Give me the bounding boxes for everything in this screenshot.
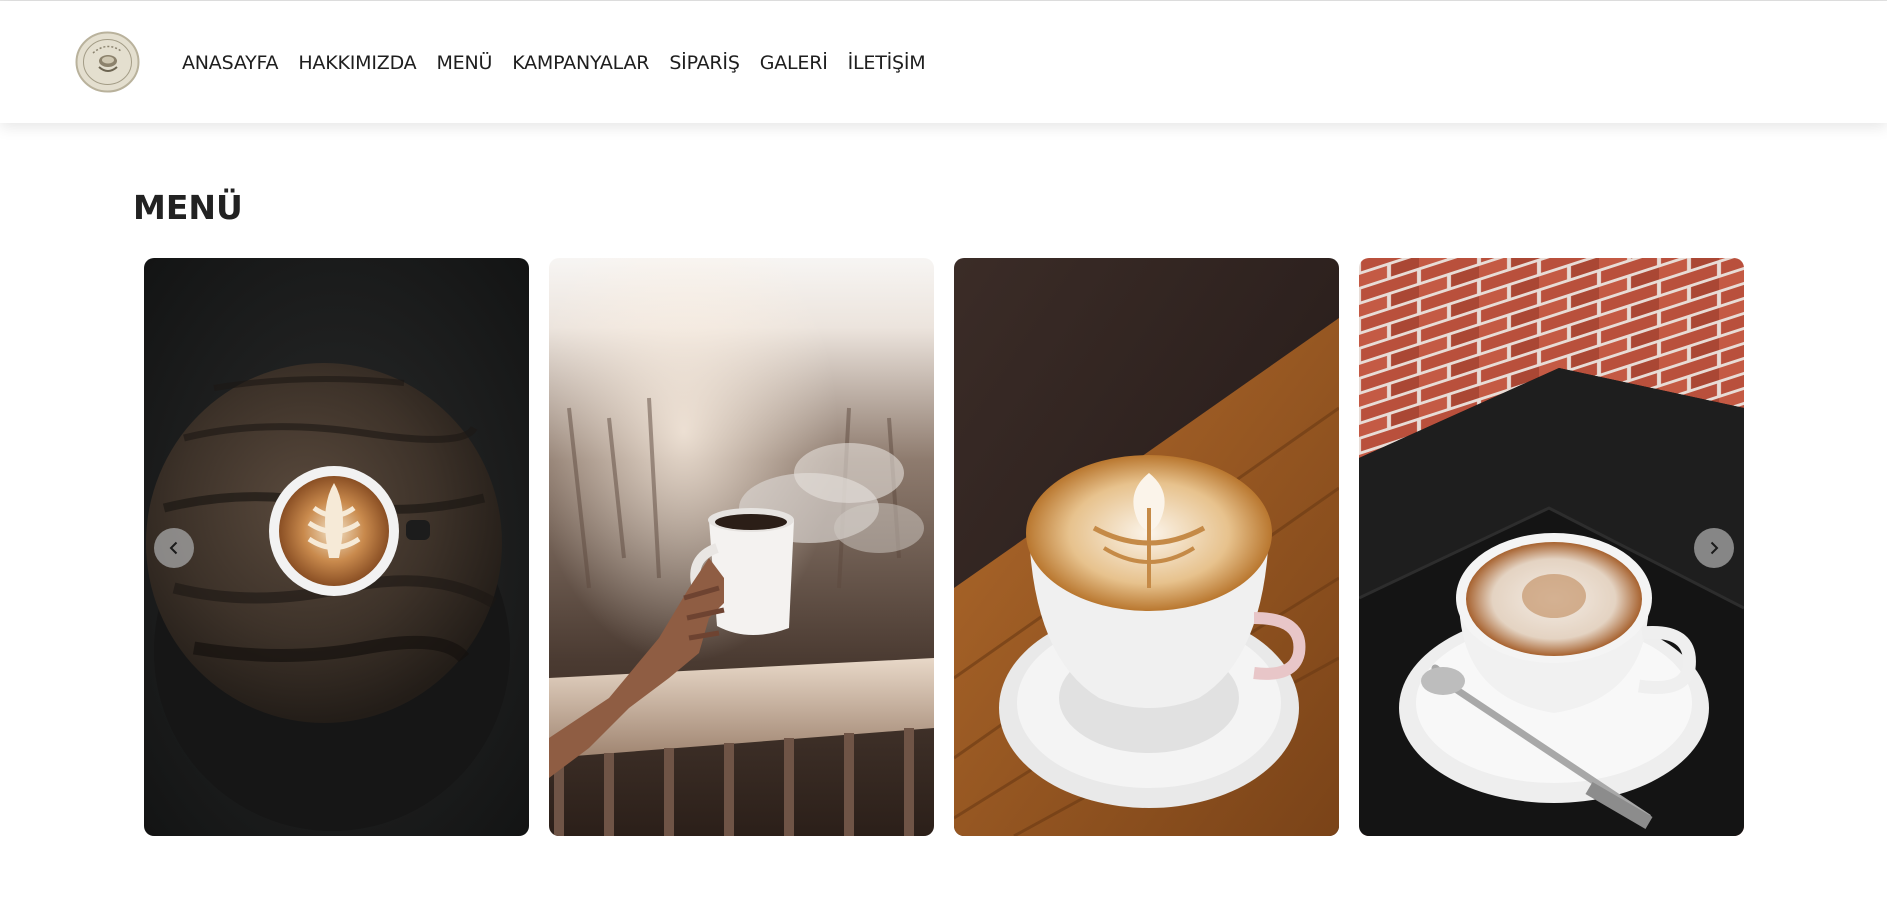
hand-holding-steaming-mug-image xyxy=(549,258,934,836)
cappuccino-with-spoon-image xyxy=(1359,258,1744,836)
chevron-right-icon xyxy=(1710,541,1719,555)
nav-galeri[interactable]: GALERİ xyxy=(760,52,828,74)
latte-art-on-wooden-table-image xyxy=(954,258,1339,836)
latte-on-wooden-stool-image xyxy=(144,258,529,836)
nav-kampanyalar[interactable]: KAMPANYALAR xyxy=(512,52,649,74)
carousel-next-button[interactable] xyxy=(1694,528,1734,568)
coffee-logo-icon[interactable] xyxy=(75,31,140,93)
section-title: MENÜ xyxy=(133,188,243,227)
menu-card-2[interactable] xyxy=(549,258,934,836)
chevron-left-icon xyxy=(169,541,178,555)
menu-card-1[interactable] xyxy=(144,258,529,836)
carousel-prev-button[interactable] xyxy=(154,528,194,568)
nav-iletisim[interactable]: İLETİŞİM xyxy=(848,52,926,74)
site-header: ANASAYFA HAKKIMIZDA MENÜ KAMPANYALAR SİP… xyxy=(0,1,1887,123)
main-nav: ANASAYFA HAKKIMIZDA MENÜ KAMPANYALAR SİP… xyxy=(182,49,945,77)
nav-siparis[interactable]: SİPARİŞ xyxy=(669,52,740,74)
nav-hakkimizda[interactable]: HAKKIMIZDA xyxy=(298,52,416,74)
nav-anasayfa[interactable]: ANASAYFA xyxy=(182,52,279,74)
menu-card-4[interactable] xyxy=(1359,258,1744,836)
nav-menu[interactable]: MENÜ xyxy=(436,52,492,74)
menu-card-3[interactable] xyxy=(954,258,1339,836)
